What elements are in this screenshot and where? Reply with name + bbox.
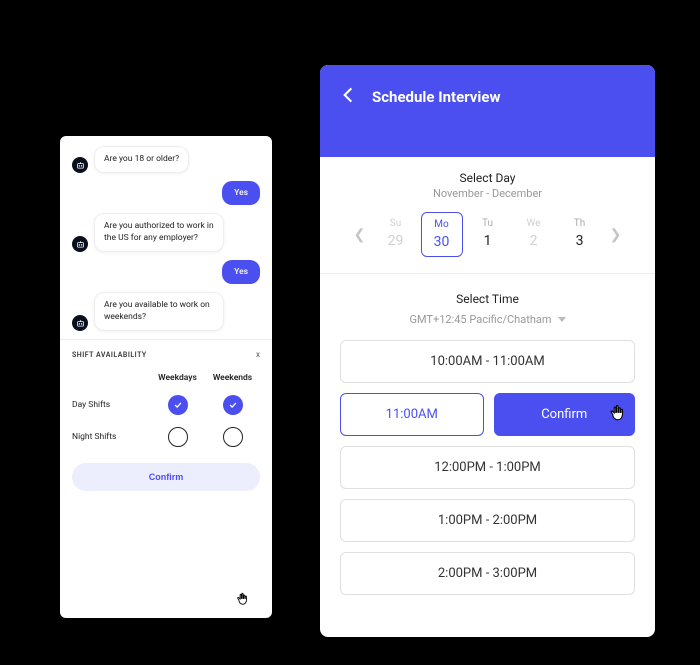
- time-slot[interactable]: 1:00PM - 2:00PM: [340, 499, 635, 542]
- day-of-week: Su: [390, 218, 401, 229]
- user-bubble[interactable]: Yes: [222, 181, 260, 205]
- shift-title: SHIFT AVAILABILITY: [72, 351, 147, 359]
- day-number: 30: [434, 234, 450, 250]
- day-of-week: Tu: [482, 218, 493, 229]
- cursor-icon: [236, 591, 250, 610]
- row-night-shifts: Night Shifts: [72, 432, 116, 442]
- confirm-button[interactable]: Confirm: [72, 463, 260, 491]
- col-weekends: Weekends: [213, 373, 252, 383]
- calendar-day[interactable]: Mo 30: [421, 212, 463, 257]
- bot-message-row: Are you available to work on weekends?: [72, 292, 260, 331]
- select-time-section: Select Time GMT+12:45 Pacific/Chatham 10…: [320, 274, 655, 605]
- day-number: 1: [484, 233, 492, 249]
- cursor-icon: [609, 404, 627, 426]
- checkbox-day-weekdays[interactable]: [168, 395, 188, 415]
- time-slot-selected[interactable]: 11:00AM: [340, 393, 484, 436]
- confirm-slot-label: Confirm: [541, 407, 587, 422]
- confirm-slot-button[interactable]: Confirm: [494, 393, 636, 436]
- back-arrow-icon[interactable]: [338, 85, 358, 109]
- calendar-day[interactable]: Tu 1: [467, 212, 509, 257]
- day-number: 2: [530, 233, 538, 249]
- close-icon[interactable]: x: [256, 350, 260, 359]
- schedule-header: Schedule Interview: [320, 65, 655, 157]
- schedule-card: Schedule Interview Select Day November -…: [320, 65, 655, 637]
- month-range: November - December: [320, 187, 655, 200]
- chat-card: Are you 18 or older? Yes Are you authori…: [60, 136, 272, 618]
- bot-avatar-icon: [72, 157, 88, 173]
- time-slot-selected-row: 11:00AM Confirm: [340, 393, 635, 436]
- chat-scroll: Are you 18 or older? Yes Are you authori…: [60, 136, 272, 339]
- user-bubble[interactable]: Yes: [222, 260, 260, 284]
- next-week-icon[interactable]: ❯: [605, 227, 627, 243]
- shift-header: SHIFT AVAILABILITY x: [72, 350, 260, 359]
- day-number: 29: [388, 233, 404, 249]
- time-slot[interactable]: 2:00PM - 3:00PM: [340, 552, 635, 595]
- shift-grid: Weekdays Weekends Day Shifts Night Shift…: [72, 373, 260, 447]
- select-time-label: Select Time: [340, 292, 635, 306]
- calendar-day: We 2: [513, 212, 555, 257]
- checkbox-night-weekends[interactable]: [223, 427, 243, 447]
- schedule-title: Schedule Interview: [372, 88, 500, 106]
- select-day-label: Select Day: [320, 171, 655, 185]
- timezone-selector[interactable]: GMT+12:45 Pacific/Chatham: [409, 313, 565, 326]
- calendar-row: ❮ Su 29 Mo 30 Tu 1 We 2 Th 3 ❯: [320, 212, 655, 273]
- bot-message-row: Are you 18 or older?: [72, 146, 260, 173]
- bot-bubble: Are you available to work on weekends?: [94, 292, 224, 331]
- caret-down-icon: [558, 317, 566, 322]
- checkbox-night-weekdays[interactable]: [168, 427, 188, 447]
- bot-avatar-icon: [72, 315, 88, 331]
- checkbox-day-weekends[interactable]: [223, 395, 243, 415]
- calendar-day: Su 29: [375, 212, 417, 257]
- calendar-day[interactable]: Th 3: [559, 212, 601, 257]
- row-day-shifts: Day Shifts: [72, 400, 110, 410]
- time-slot[interactable]: 12:00PM - 1:00PM: [340, 446, 635, 489]
- shift-availability-section: SHIFT AVAILABILITY x Weekdays Weekends D…: [60, 339, 272, 503]
- time-slot[interactable]: 10:00AM - 11:00AM: [340, 340, 635, 383]
- select-day-section: Select Day November - December ❮ Su 29 Mo 3…: [320, 157, 655, 274]
- day-of-week: We: [526, 218, 540, 229]
- day-of-week: Th: [574, 218, 585, 229]
- bot-avatar-icon: [72, 236, 88, 252]
- bot-bubble: Are you 18 or older?: [94, 146, 189, 173]
- timezone-text: GMT+12:45 Pacific/Chatham: [409, 313, 551, 326]
- bot-bubble: Are you authorized to work in the US for…: [94, 213, 224, 252]
- day-of-week: Mo: [434, 219, 448, 230]
- col-weekdays: Weekdays: [158, 373, 197, 383]
- bot-message-row: Are you authorized to work in the US for…: [72, 213, 260, 252]
- prev-week-icon[interactable]: ❮: [349, 227, 371, 243]
- day-number: 3: [576, 233, 584, 249]
